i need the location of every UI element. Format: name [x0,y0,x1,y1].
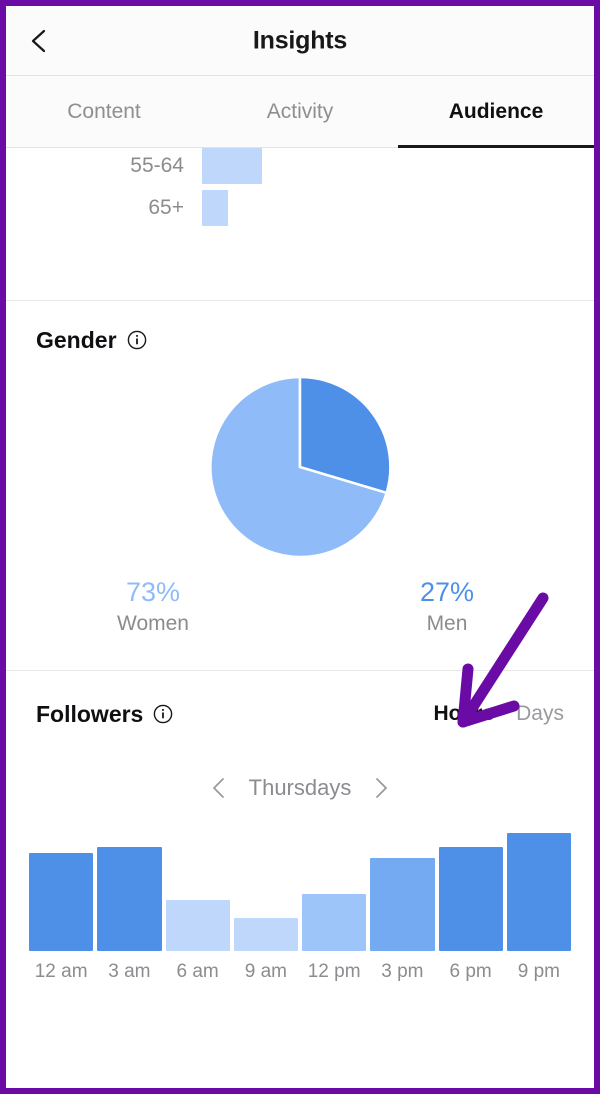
hours-bar [370,858,435,951]
gender-title: Gender [36,326,117,353]
legend-women: 73% Women [6,577,300,636]
screenshot-frame: Insights Content Activity Audience 45-54… [0,0,600,1094]
toggle-days[interactable]: Days [516,702,564,726]
hours-axis-label: 12 am [34,961,88,982]
hours-axis-labels: 12 am 3 am 6 am 9 am 12 pm 3 pm 6 pm 9 p… [6,951,594,983]
tab-content-label: Content [67,99,141,123]
hours-axis-label: 9 am [244,961,287,982]
age-row: 65+ [6,190,594,226]
age-range-chart: 45-54 55-64 65+ [6,148,594,300]
tab-activity-label: Activity [266,99,334,123]
hours-bar-column[interactable] [165,829,230,951]
hours-bar [506,832,571,951]
age-label: 55-64 [130,154,184,177]
chevron-left-icon[interactable] [211,777,227,799]
hours-axis-label: 9 pm [517,961,560,982]
hours-bar [438,847,503,951]
hours-axis-label: 12 pm [307,961,361,982]
gender-legend: 73% Women 27% Men [6,577,594,670]
pie-svg [209,375,392,559]
chevron-right-icon[interactable] [373,777,389,799]
legend-women-label: Women [117,612,189,635]
legend-women-percent: 73% [125,577,181,607]
followers-hours-chart [6,829,594,951]
gender-section: Gender 73% Women 27% Men [6,301,594,670]
hours-bar-column[interactable] [97,829,162,951]
day-selector: Thursdays [6,759,594,817]
followers-timeframe-toggle: Hours Days [433,702,564,726]
legend-men: 27% Men [300,577,594,636]
followers-title: Followers [36,700,144,727]
hours-bar-column[interactable] [370,829,435,951]
hours-axis-label: 6 am [176,961,219,982]
followers-section: Followers Hours Days Thursdays 12 am 3 a… [6,671,594,983]
gender-header: Gender [6,301,594,357]
hours-bar-column[interactable] [233,829,298,951]
navigation-bar: Insights [6,6,594,76]
age-bar [202,190,228,226]
hours-bar [233,918,298,951]
tab-audience[interactable]: Audience [398,76,594,148]
hours-bar [302,893,367,951]
tab-bar: Content Activity Audience [6,76,594,148]
info-circle-icon[interactable] [153,704,173,724]
hours-bar [165,899,230,951]
hours-bar-column[interactable] [302,829,367,951]
age-row: 55-64 [6,148,594,184]
day-selector-value: Thursdays [248,775,352,800]
tab-content[interactable]: Content [6,76,202,147]
toggle-hours[interactable]: Hours [433,702,494,726]
legend-men-percent: 27% [419,577,475,607]
hours-bar-column[interactable] [29,829,94,951]
info-circle-icon[interactable] [127,330,147,350]
tab-audience-label: Audience [448,99,544,123]
followers-header: Followers Hours Days [6,671,594,733]
hours-axis-label: 3 pm [381,961,424,982]
hours-bar-column[interactable] [506,829,571,951]
age-bar [202,148,262,184]
age-label: 65+ [148,196,184,219]
hours-bar [29,853,94,951]
gender-pie-chart [6,357,594,577]
legend-men-label: Men [426,612,468,635]
hours-bar-column[interactable] [438,829,503,951]
hours-axis-label: 6 pm [449,961,492,982]
page-title: Insights [252,26,348,54]
tab-activity[interactable]: Activity [202,76,398,147]
hours-axis-label: 3 am [108,961,151,982]
phone-screen: Insights Content Activity Audience 45-54… [6,6,594,1088]
hours-bar [97,847,162,951]
